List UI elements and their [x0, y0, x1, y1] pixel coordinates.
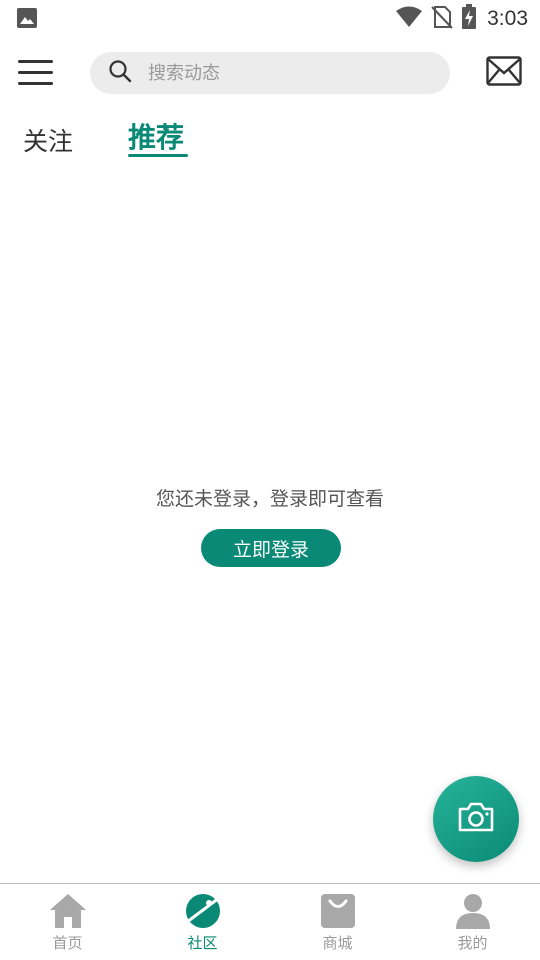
person-icon: [453, 892, 493, 930]
no-sim-icon: [431, 5, 453, 33]
hamburger-menu-icon[interactable]: [18, 56, 54, 88]
image-notification-icon: [16, 7, 38, 33]
nav-item-community[interactable]: 社区: [135, 884, 270, 960]
planet-icon: [183, 892, 223, 930]
nav-label-mall: 商城: [322, 934, 353, 952]
active-tab-indicator: [128, 154, 188, 157]
nav-label-community: 社区: [187, 934, 218, 952]
nav-label-home: 首页: [52, 934, 83, 952]
nav-item-profile[interactable]: 我的: [405, 884, 540, 960]
feed-tabs: 关注 推荐: [0, 112, 540, 168]
status-bar: 3:03: [0, 0, 540, 36]
tab-follow[interactable]: 关注: [23, 122, 73, 158]
status-time: 3:03: [487, 7, 528, 30]
tab-recommend[interactable]: 推荐: [128, 116, 184, 156]
bottom-navigation: 首页 社区 商城 我的: [0, 883, 540, 960]
top-bar: [0, 50, 540, 94]
login-prompt-text: 您还未登录，登录即可查看: [155, 488, 384, 510]
shopping-bag-icon: [318, 892, 358, 930]
envelope-icon[interactable]: [486, 56, 522, 86]
nav-item-mall[interactable]: 商城: [270, 884, 405, 960]
search-input[interactable]: [148, 62, 428, 84]
login-button[interactable]: 立即登录: [201, 529, 341, 567]
camera-icon: [457, 801, 495, 837]
search-icon: [108, 59, 132, 87]
home-icon: [48, 892, 88, 930]
battery-charging-icon: [461, 4, 477, 34]
camera-fab-button[interactable]: [433, 776, 519, 862]
nav-item-home[interactable]: 首页: [0, 884, 135, 960]
nav-label-profile: 我的: [457, 934, 488, 952]
wifi-icon: [395, 6, 423, 32]
search-bar[interactable]: [90, 52, 450, 94]
